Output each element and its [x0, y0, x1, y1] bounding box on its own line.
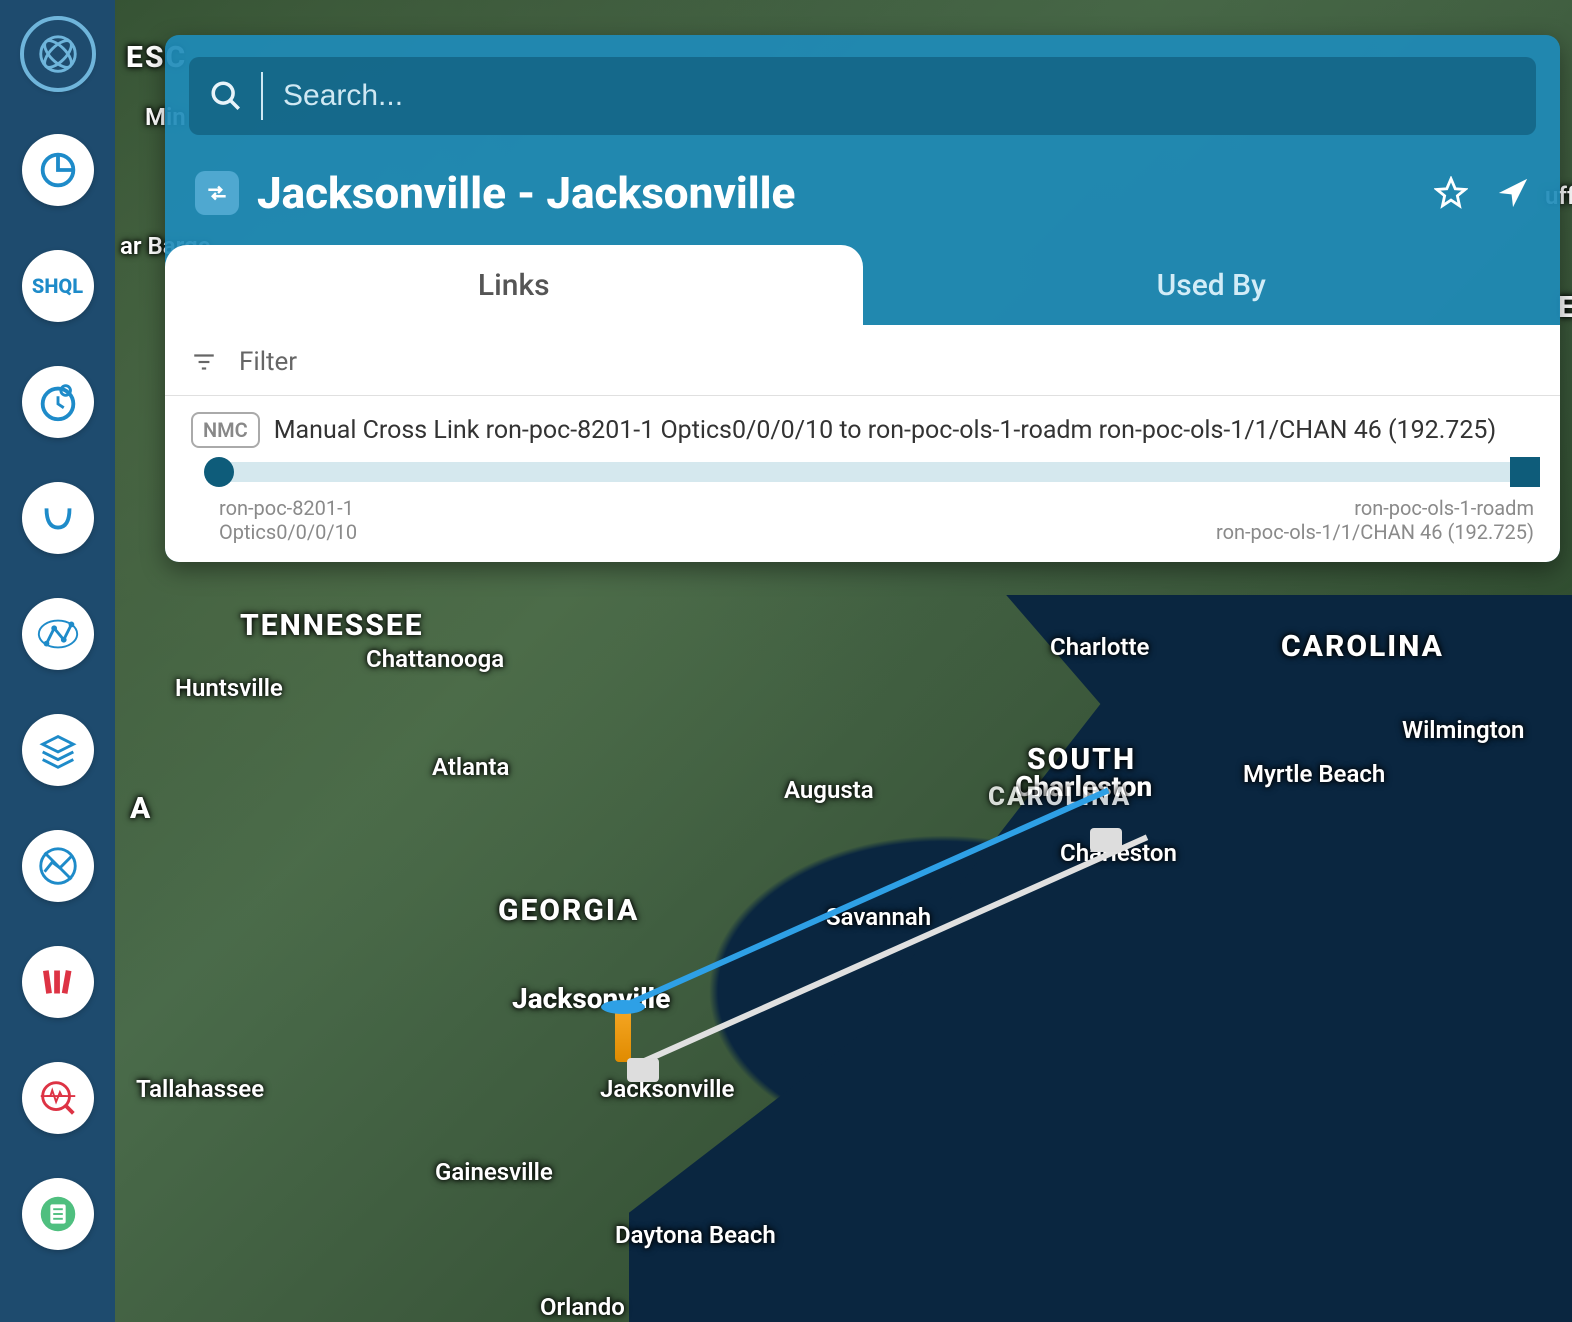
- sidebar-topology-icon[interactable]: [22, 598, 94, 670]
- link-right-device: ron-poc-ols-1-roadm: [1216, 496, 1534, 520]
- link-end-square: [1510, 457, 1540, 487]
- sidebar-library-icon[interactable]: [22, 946, 94, 1018]
- swap-icon[interactable]: [195, 171, 239, 215]
- link-left-port: Optics0/0/0/10: [219, 520, 357, 544]
- sidebar-path-icon[interactable]: [22, 482, 94, 554]
- star-icon[interactable]: [1434, 176, 1468, 210]
- tab-links[interactable]: Links: [165, 245, 863, 325]
- link-start-dot: [204, 457, 234, 487]
- page-title: Jacksonville - Jacksonville: [257, 167, 1416, 219]
- map-pin-jacksonville[interactable]: [615, 1010, 631, 1062]
- tabs: Links Used By: [165, 245, 1560, 325]
- sidebar-history-icon[interactable]: [22, 366, 94, 438]
- link-title: Manual Cross Link ron-poc-8201-1 Optics0…: [274, 416, 1496, 445]
- sidebar-pie-icon[interactable]: [22, 134, 94, 206]
- sidebar-explorer-icon[interactable]: [22, 18, 94, 90]
- filter-row[interactable]: Filter: [165, 325, 1560, 396]
- details-panel: Jacksonville - Jacksonville Links Used B…: [165, 35, 1560, 562]
- tab-used-by[interactable]: Used By: [863, 245, 1561, 325]
- filter-label: Filter: [239, 347, 297, 377]
- navigate-icon[interactable]: [1496, 176, 1530, 210]
- link-meta: ron-poc-8201-1 Optics0/0/0/10 ron-poc-ol…: [219, 496, 1534, 544]
- link-progress-bar: [219, 462, 1534, 482]
- link-left-device: ron-poc-8201-1: [219, 496, 357, 520]
- sidebar-shql-icon[interactable]: SHQL: [22, 250, 94, 322]
- map-node-charleston[interactable]: [1090, 828, 1122, 852]
- search-input[interactable]: [283, 79, 1516, 113]
- link-right-port: ron-poc-ols-1/1/CHAN 46 (192.725): [1216, 520, 1534, 544]
- search-bar: [189, 57, 1536, 135]
- title-row: Jacksonville - Jacksonville: [165, 135, 1560, 245]
- filter-icon: [191, 349, 217, 375]
- search-divider: [261, 72, 263, 120]
- left-sidebar: SHQL: [0, 0, 115, 1322]
- sidebar-docs-icon[interactable]: [22, 1178, 94, 1250]
- link-item[interactable]: NMC Manual Cross Link ron-poc-8201-1 Opt…: [165, 396, 1560, 544]
- search-icon: [209, 79, 243, 113]
- sidebar-monitor-icon[interactable]: [22, 1062, 94, 1134]
- nmc-badge: NMC: [191, 412, 260, 448]
- panel-body: Filter NMC Manual Cross Link ron-poc-820…: [165, 325, 1560, 562]
- sidebar-analytics-icon[interactable]: [22, 830, 94, 902]
- map-node-jacksonville[interactable]: [627, 1058, 659, 1082]
- sidebar-layers-icon[interactable]: [22, 714, 94, 786]
